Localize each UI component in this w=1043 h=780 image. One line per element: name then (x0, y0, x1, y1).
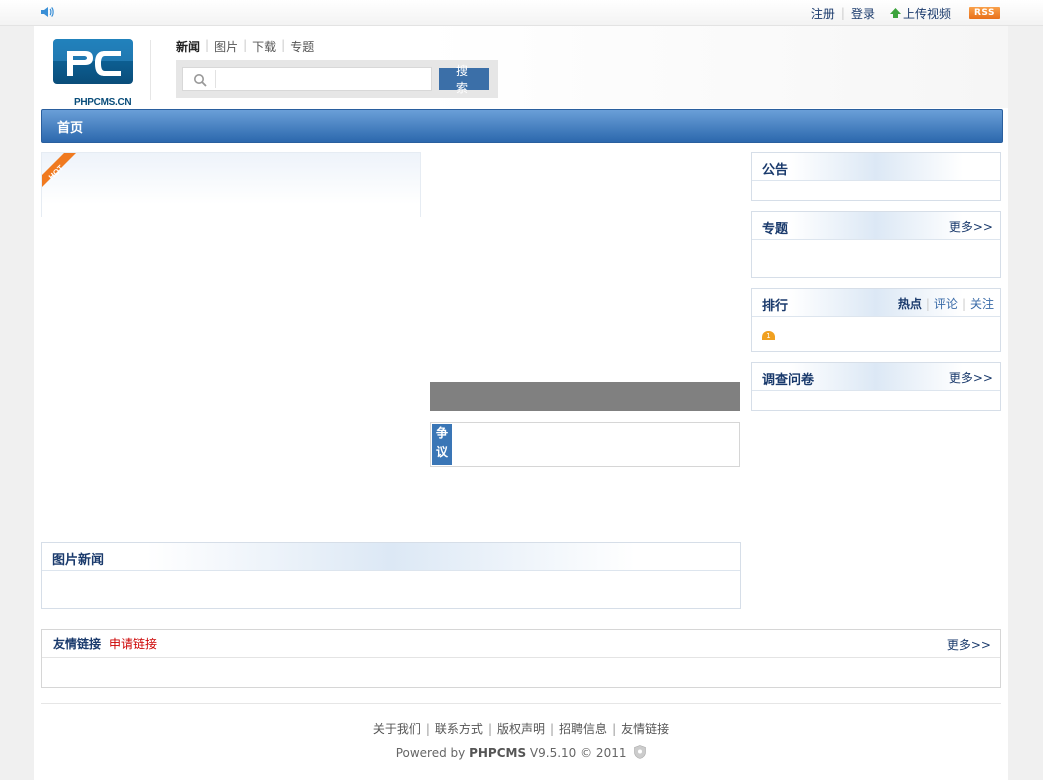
topics-more-link[interactable]: 更多>> (949, 218, 993, 235)
ranking-box: 排行 热点 | 评论 | 关注 1 (751, 288, 1001, 352)
register-link[interactable]: 注册 (811, 5, 835, 22)
search-input[interactable] (182, 67, 432, 91)
ranking-title: 排行 (762, 299, 789, 314)
top-links: 注册 | 登录 上传视频 RSS (811, 4, 1000, 22)
picture-news-box: 图片新闻 (41, 542, 741, 609)
divider: | (550, 722, 555, 736)
apply-link[interactable]: 申请链接 (109, 635, 157, 652)
speaker-icon[interactable] (40, 5, 54, 19)
rank-number-badge: 1 (762, 331, 775, 340)
footer-copyright[interactable]: 版权声明 (497, 722, 545, 736)
footer-links: 关于我们 | 联系方式 | 版权声明 | 招聘信息 | 友情链接 (34, 720, 1008, 737)
footer-jobs[interactable]: 招聘信息 (559, 722, 607, 736)
powered-prefix: Powered by (395, 746, 470, 760)
page-container: PHPCMS.CN 新闻 | 图片 | 下载 | 专题 搜 索 首页 HOT 争… (34, 26, 1008, 780)
footer-contact[interactable]: 联系方式 (435, 722, 483, 736)
hot-badge-icon: HOT (42, 153, 76, 187)
top-bar: 注册 | 登录 上传视频 RSS (0, 0, 1043, 26)
dispute-tag: 争议 (432, 424, 452, 465)
tab-follow[interactable]: 关注 (970, 297, 994, 311)
header-divider (150, 40, 151, 100)
notice-box: 公告 (751, 152, 1001, 201)
upload-arrow-icon (889, 7, 901, 18)
footer-friend-links[interactable]: 友情链接 (621, 722, 669, 736)
search-icon (194, 74, 207, 87)
logo[interactable]: PHPCMS.CN (53, 39, 133, 108)
header: PHPCMS.CN 新闻 | 图片 | 下载 | 专题 搜 索 (34, 26, 1008, 108)
logo-text: PHPCMS.CN (74, 97, 132, 108)
category-topics[interactable]: 专题 (290, 38, 314, 55)
search-area: 搜 索 (176, 60, 498, 98)
topics-header: 专题 更多>> (752, 212, 1000, 240)
login-link[interactable]: 登录 (851, 5, 875, 22)
category-pictures[interactable]: 图片 (214, 38, 238, 55)
divider: | (487, 722, 492, 736)
divider: | (281, 38, 286, 52)
divider: | (961, 297, 966, 311)
friend-links-header: 友情链接 申请链接 更多>> (42, 630, 1000, 658)
notice-header: 公告 (752, 153, 1000, 181)
nav-home[interactable]: 首页 (57, 117, 83, 136)
search-button[interactable]: 搜 索 (439, 64, 489, 95)
search-divider (215, 70, 216, 88)
logo-pc-mark (53, 39, 133, 76)
footer-divider (41, 703, 1001, 704)
powered-by: Powered by PHPCMS V9.5.10 © 2011 (34, 745, 1008, 760)
divider: | (243, 38, 248, 52)
headline-caption-bar (430, 382, 740, 411)
friend-links-box: 友情链接 申请链接 更多>> (41, 629, 1001, 688)
friend-links-more-link[interactable]: 更多>> (947, 636, 991, 653)
category-news[interactable]: 新闻 (176, 38, 200, 55)
topics-box: 专题 更多>> (751, 211, 1001, 278)
tab-comments[interactable]: 评论 (934, 297, 958, 311)
survey-more-link[interactable]: 更多>> (949, 369, 993, 386)
logo-emblem (53, 39, 133, 84)
ranking-tabs: 热点 | 评论 | 关注 (898, 295, 994, 312)
footer-about[interactable]: 关于我们 (373, 722, 421, 736)
hot-news-panel: HOT (41, 152, 421, 217)
rss-badge[interactable]: RSS (969, 7, 1000, 19)
tab-hot[interactable]: 热点 (898, 297, 922, 311)
survey-title: 调查问卷 (762, 373, 815, 388)
divider: | (840, 6, 845, 20)
friend-links-title: 友情链接 (53, 637, 102, 651)
survey-header: 调查问卷 更多>> (752, 363, 1000, 391)
divider: | (612, 722, 617, 736)
main-nav-bar: 首页 (41, 109, 1003, 143)
dispute-panel: 争议 (430, 422, 740, 467)
divider: | (925, 297, 930, 311)
divider: | (205, 38, 210, 52)
powered-suffix: V9.5.10 © 2011 (526, 746, 627, 760)
divider: | (425, 722, 430, 736)
powered-brand[interactable]: PHPCMS (469, 746, 526, 760)
notice-title: 公告 (762, 163, 789, 178)
ranking-header: 排行 热点 | 评论 | 关注 (752, 289, 1000, 317)
upload-video-link[interactable]: 上传视频 (903, 5, 951, 22)
topics-title: 专题 (762, 222, 789, 237)
picture-news-header: 图片新闻 (42, 543, 740, 571)
shield-icon (634, 745, 647, 759)
picture-news-title: 图片新闻 (52, 553, 105, 568)
category-nav: 新闻 | 图片 | 下载 | 专题 (176, 38, 314, 55)
survey-box: 调查问卷 更多>> (751, 362, 1001, 411)
category-downloads[interactable]: 下载 (252, 38, 276, 55)
